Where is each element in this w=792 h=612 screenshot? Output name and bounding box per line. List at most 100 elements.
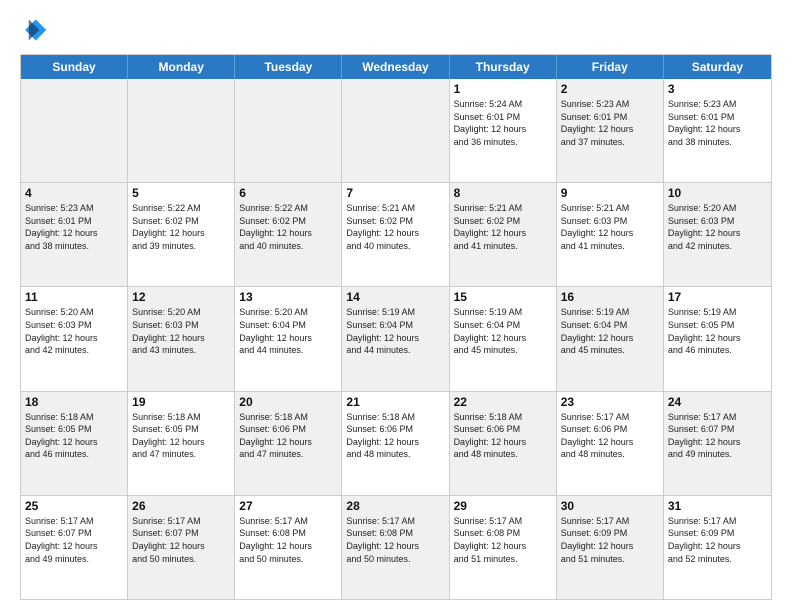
day-number: 20 [239, 395, 337, 409]
calendar-cell [342, 79, 449, 182]
day-number: 2 [561, 82, 659, 96]
day-number: 17 [668, 290, 767, 304]
calendar-cell: 11Sunrise: 5:20 AM Sunset: 6:03 PM Dayli… [21, 287, 128, 390]
calendar-cell: 21Sunrise: 5:18 AM Sunset: 6:06 PM Dayli… [342, 392, 449, 495]
calendar-cell: 25 Sunrise: 5:17 AM Sunset: 6:07 PM Dayli… [21, 496, 128, 599]
header-day-sunday: Sunday [21, 55, 128, 79]
calendar-row-0: 1 Sunrise: 5:24 AM Sunset: 6:01 PM Daylig… [21, 79, 771, 183]
day-number: 29 [454, 499, 552, 513]
day-number: 10 [668, 186, 767, 200]
cell-info: Sunrise: 5:19 AM Sunset: 6:04 PM Dayligh… [561, 306, 659, 356]
cell-info: Sunrise: 5:19 AM Sunset: 6:04 PM Dayligh… [346, 306, 444, 356]
cell-info: Sunrise: 5:17 AM Sunset: 6:07 PM Dayligh… [25, 515, 123, 565]
cell-info: Sunrise: 5:20 AM Sunset: 6:03 PM Dayligh… [25, 306, 123, 356]
cell-info: Sunrise: 5:23 AM Sunset: 6:01 PM Dayligh… [668, 98, 767, 148]
calendar-cell: 12 Sunrise: 5:20 AM Sunset: 6:03 PM Dayli… [128, 287, 235, 390]
calendar-cell: 31 Sunrise: 5:17 AM Sunset: 6:09 PM Dayli… [664, 496, 771, 599]
calendar-row-2: 11Sunrise: 5:20 AM Sunset: 6:03 PM Dayli… [21, 287, 771, 391]
logo [20, 16, 52, 44]
calendar-cell: 18 Sunrise: 5:18 AM Sunset: 6:05 PM Dayli… [21, 392, 128, 495]
cell-info: Sunrise: 5:23 AM Sunset: 6:01 PM Dayligh… [561, 98, 659, 148]
logo-icon [20, 16, 48, 44]
cell-info: Sunrise: 5:17 AM Sunset: 6:08 PM Dayligh… [454, 515, 552, 565]
calendar-header: SundayMondayTuesdayWednesdayThursdayFrid… [21, 55, 771, 79]
day-number: 30 [561, 499, 659, 513]
calendar-cell [235, 79, 342, 182]
day-number: 7 [346, 186, 444, 200]
day-number: 28 [346, 499, 444, 513]
cell-info: Sunrise: 5:17 AM Sunset: 6:07 PM Dayligh… [132, 515, 230, 565]
calendar-cell: 4 Sunrise: 5:23 AM Sunset: 6:01 PM Daylig… [21, 183, 128, 286]
header-day-tuesday: Tuesday [235, 55, 342, 79]
day-number: 31 [668, 499, 767, 513]
cell-info: Sunrise: 5:17 AM Sunset: 6:07 PM Dayligh… [668, 411, 767, 461]
day-number: 18 [25, 395, 123, 409]
cell-info: Sunrise: 5:17 AM Sunset: 6:09 PM Dayligh… [561, 515, 659, 565]
day-number: 19 [132, 395, 230, 409]
cell-info: Sunrise: 5:18 AM Sunset: 6:05 PM Dayligh… [25, 411, 123, 461]
day-number: 13 [239, 290, 337, 304]
day-number: 23 [561, 395, 659, 409]
calendar-row-1: 4 Sunrise: 5:23 AM Sunset: 6:01 PM Daylig… [21, 183, 771, 287]
day-number: 21 [346, 395, 444, 409]
day-number: 27 [239, 499, 337, 513]
calendar-cell: 9 Sunrise: 5:21 AM Sunset: 6:03 PM Daylig… [557, 183, 664, 286]
calendar-cell: 28Sunrise: 5:17 AM Sunset: 6:08 PM Dayli… [342, 496, 449, 599]
day-number: 14 [346, 290, 444, 304]
header-day-saturday: Saturday [664, 55, 771, 79]
calendar-cell: 15 Sunrise: 5:19 AM Sunset: 6:04 PM Dayli… [450, 287, 557, 390]
calendar-cell: 10 Sunrise: 5:20 AM Sunset: 6:03 PM Dayli… [664, 183, 771, 286]
calendar-cell: 3 Sunrise: 5:23 AM Sunset: 6:01 PM Daylig… [664, 79, 771, 182]
calendar-row-3: 18 Sunrise: 5:18 AM Sunset: 6:05 PM Dayli… [21, 392, 771, 496]
calendar-cell [21, 79, 128, 182]
day-number: 3 [668, 82, 767, 96]
day-number: 15 [454, 290, 552, 304]
day-number: 12 [132, 290, 230, 304]
calendar-cell [128, 79, 235, 182]
cell-info: Sunrise: 5:20 AM Sunset: 6:03 PM Dayligh… [132, 306, 230, 356]
day-number: 6 [239, 186, 337, 200]
calendar-cell: 6Sunrise: 5:22 AM Sunset: 6:02 PM Daylig… [235, 183, 342, 286]
day-number: 26 [132, 499, 230, 513]
cell-info: Sunrise: 5:19 AM Sunset: 6:04 PM Dayligh… [454, 306, 552, 356]
day-number: 22 [454, 395, 552, 409]
calendar-cell: 24Sunrise: 5:17 AM Sunset: 6:07 PM Dayli… [664, 392, 771, 495]
calendar-cell: 19 Sunrise: 5:18 AM Sunset: 6:05 PM Dayli… [128, 392, 235, 495]
calendar-cell: 27Sunrise: 5:17 AM Sunset: 6:08 PM Dayli… [235, 496, 342, 599]
calendar-cell: 8Sunrise: 5:21 AM Sunset: 6:02 PM Daylig… [450, 183, 557, 286]
cell-info: Sunrise: 5:18 AM Sunset: 6:06 PM Dayligh… [454, 411, 552, 461]
calendar-cell: 2 Sunrise: 5:23 AM Sunset: 6:01 PM Daylig… [557, 79, 664, 182]
calendar-cell: 5Sunrise: 5:22 AM Sunset: 6:02 PM Daylig… [128, 183, 235, 286]
calendar-cell: 26 Sunrise: 5:17 AM Sunset: 6:07 PM Dayli… [128, 496, 235, 599]
cell-info: Sunrise: 5:24 AM Sunset: 6:01 PM Dayligh… [454, 98, 552, 148]
cell-info: Sunrise: 5:18 AM Sunset: 6:06 PM Dayligh… [239, 411, 337, 461]
cell-info: Sunrise: 5:18 AM Sunset: 6:05 PM Dayligh… [132, 411, 230, 461]
header-day-wednesday: Wednesday [342, 55, 449, 79]
cell-info: Sunrise: 5:17 AM Sunset: 6:09 PM Dayligh… [668, 515, 767, 565]
cell-info: Sunrise: 5:21 AM Sunset: 6:03 PM Dayligh… [561, 202, 659, 252]
day-number: 4 [25, 186, 123, 200]
calendar-cell: 30 Sunrise: 5:17 AM Sunset: 6:09 PM Dayli… [557, 496, 664, 599]
day-number: 16 [561, 290, 659, 304]
calendar-cell: 7 Sunrise: 5:21 AM Sunset: 6:02 PM Daylig… [342, 183, 449, 286]
day-number: 5 [132, 186, 230, 200]
header [20, 16, 772, 44]
calendar-row-4: 25 Sunrise: 5:17 AM Sunset: 6:07 PM Dayli… [21, 496, 771, 599]
cell-info: Sunrise: 5:20 AM Sunset: 6:04 PM Dayligh… [239, 306, 337, 356]
calendar-body: 1 Sunrise: 5:24 AM Sunset: 6:01 PM Daylig… [21, 79, 771, 599]
calendar-cell: 17Sunrise: 5:19 AM Sunset: 6:05 PM Dayli… [664, 287, 771, 390]
cell-info: Sunrise: 5:21 AM Sunset: 6:02 PM Dayligh… [346, 202, 444, 252]
calendar-cell: 20 Sunrise: 5:18 AM Sunset: 6:06 PM Dayli… [235, 392, 342, 495]
day-number: 9 [561, 186, 659, 200]
header-day-thursday: Thursday [450, 55, 557, 79]
cell-info: Sunrise: 5:17 AM Sunset: 6:06 PM Dayligh… [561, 411, 659, 461]
header-day-monday: Monday [128, 55, 235, 79]
cell-info: Sunrise: 5:23 AM Sunset: 6:01 PM Dayligh… [25, 202, 123, 252]
cell-info: Sunrise: 5:20 AM Sunset: 6:03 PM Dayligh… [668, 202, 767, 252]
day-number: 25 [25, 499, 123, 513]
calendar: SundayMondayTuesdayWednesdayThursdayFrid… [20, 54, 772, 600]
page: SundayMondayTuesdayWednesdayThursdayFrid… [0, 0, 792, 612]
day-number: 1 [454, 82, 552, 96]
calendar-cell: 22 Sunrise: 5:18 AM Sunset: 6:06 PM Dayli… [450, 392, 557, 495]
calendar-cell: 1 Sunrise: 5:24 AM Sunset: 6:01 PM Daylig… [450, 79, 557, 182]
